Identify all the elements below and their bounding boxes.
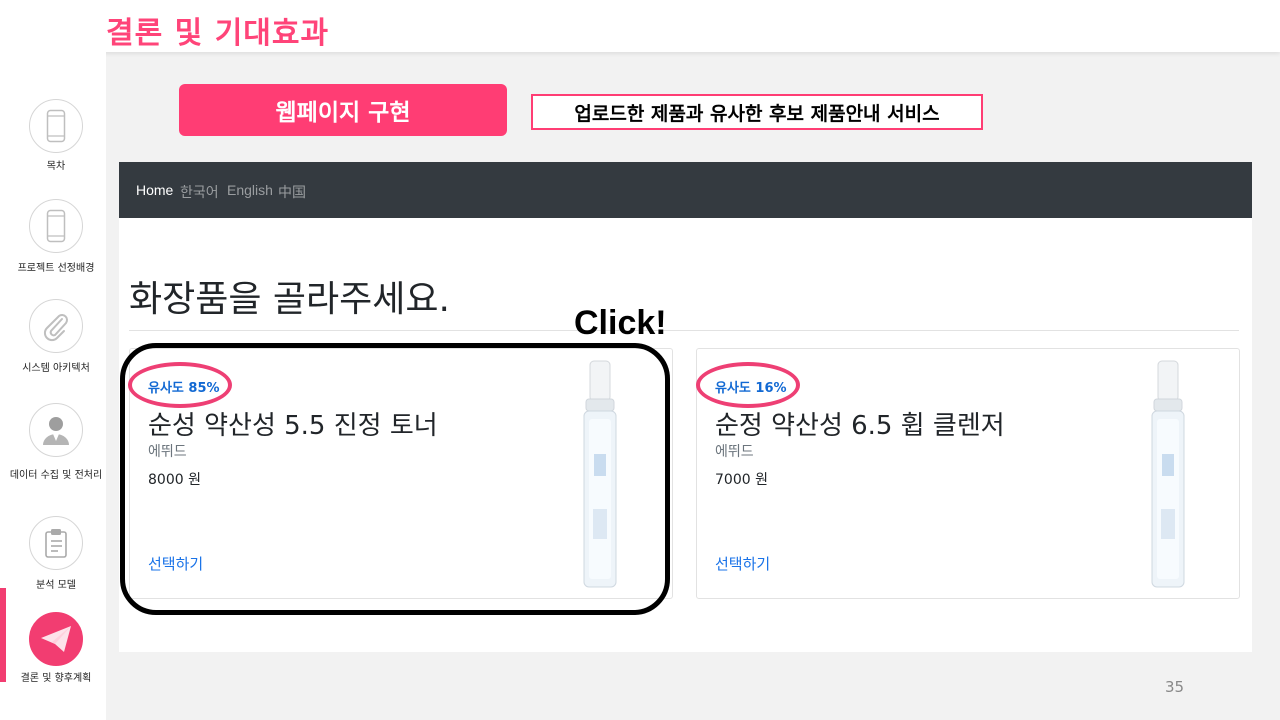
sidebar-item-label: 결론 및 향후계획 — [20, 673, 92, 684]
sidebar: 목차 프로젝트 선정배경 시스템 아키텍처 데이터 수집 및 전처리 분석 모델… — [0, 52, 106, 720]
phone-icon — [46, 109, 66, 143]
sidebar-item-background[interactable] — [29, 199, 83, 253]
product-image — [1151, 360, 1185, 588]
nav-korean-link[interactable]: 한국어 — [180, 182, 219, 202]
sidebar-item-data[interactable] — [29, 403, 83, 457]
product-brand: 에뛰드 — [715, 444, 754, 460]
click-annotation: Click! — [574, 304, 667, 342]
nav-chinese-link[interactable]: 中国 — [278, 182, 306, 202]
active-indicator — [0, 588, 6, 682]
person-icon — [43, 417, 69, 445]
paper-plane-icon — [41, 626, 71, 652]
page-heading: 화장품을 골라주세요. — [129, 279, 450, 320]
click-highlight-box — [120, 343, 670, 615]
clipboard-icon — [45, 529, 67, 558]
sidebar-item-conclusion[interactable] — [29, 612, 83, 666]
sidebar-item-model[interactable] — [29, 516, 83, 570]
slide: 결론 및 기대효과 목차 프로젝트 선정배경 시스템 아키텍처 데이터 수집 및… — [0, 0, 1280, 720]
navbar: Home 한국어 English 中国 — [119, 162, 1252, 218]
product-price: 7000 원 — [715, 472, 768, 488]
sidebar-item-toc[interactable] — [29, 99, 83, 153]
phone-icon — [46, 209, 66, 243]
sidebar-item-label: 목차 — [46, 161, 66, 172]
section-button[interactable]: 웹페이지 구현 — [179, 84, 507, 136]
sidebar-item-label: 프로젝트 선정배경 — [17, 263, 95, 274]
highlight-oval — [696, 362, 800, 408]
product-name: 순정 약산성 6.5 휩 클렌저 — [715, 411, 1005, 441]
sidebar-item-label: 시스템 아키텍처 — [22, 363, 90, 374]
page-number: 35 — [1165, 678, 1185, 696]
sidebar-item-label: 분석 모델 — [36, 580, 76, 591]
sidebar-item-label: 데이터 수집 및 전처리 — [9, 470, 103, 481]
divider — [129, 330, 1239, 331]
title-bar: 결론 및 기대효과 — [0, 0, 1280, 52]
nav-english-link[interactable]: English — [227, 182, 273, 198]
slide-title: 결론 및 기대효과 — [106, 16, 330, 51]
sidebar-item-architecture[interactable] — [29, 299, 83, 353]
nav-home-link[interactable]: Home — [136, 182, 173, 198]
paperclip-icon — [43, 314, 68, 342]
caption: 업로드한 제품과 유사한 후보 제품안내 서비스 — [531, 94, 983, 130]
select-link[interactable]: 선택하기 — [715, 553, 770, 574]
